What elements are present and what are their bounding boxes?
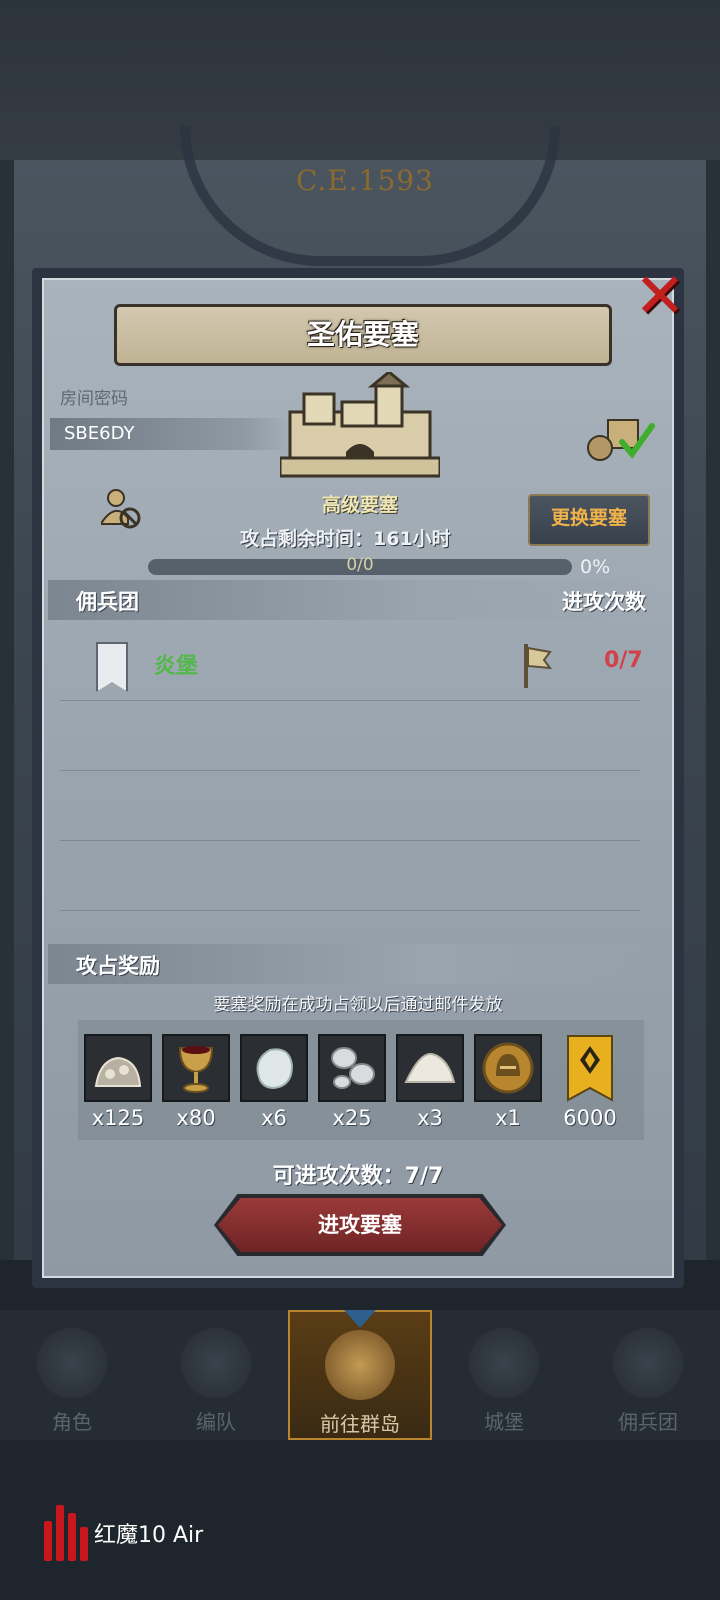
mercenary-name: 炎堡	[154, 654, 199, 679]
reward-qty: x25	[332, 1106, 372, 1130]
room-code-label: 房间密码	[60, 389, 128, 409]
nav-label: 城堡	[484, 1410, 524, 1434]
flag-icon	[524, 644, 552, 688]
user-restricted-icon[interactable]	[98, 486, 142, 530]
mercenary-header-label: 佣兵团	[76, 590, 139, 614]
reward-item[interactable]: x6	[238, 1034, 310, 1130]
mercenary-section-header: 佣兵团 进攻次数	[48, 580, 668, 620]
castle-icon	[280, 372, 440, 478]
reward-qty: x1	[495, 1106, 521, 1130]
dialog-title-plate: 圣佑要塞	[114, 304, 612, 366]
white-gem-icon	[256, 1048, 294, 1090]
attacks-header-label: 进攻次数	[562, 590, 646, 614]
reward-item[interactable]: x25	[316, 1034, 388, 1130]
reward-qty: x80	[176, 1106, 216, 1130]
goblet-icon	[178, 1046, 214, 1093]
dialog-title: 圣佑要塞	[306, 318, 419, 351]
rewards-header-label: 攻占奖励	[76, 954, 160, 978]
mercenary-attacks: 0/7	[604, 648, 643, 673]
remaining-time: 攻占剩余时间：161小时	[240, 528, 451, 550]
device-brand: 红魔10 Air	[44, 1505, 203, 1561]
capture-progress-bar: 0/0	[148, 555, 572, 575]
device-brand-text: 红魔10 Air	[94, 1523, 204, 1548]
available-attacks: 可进攻次数：7/7	[272, 1164, 444, 1189]
guild-banner-icon	[96, 642, 128, 692]
nav-label: 佣兵团	[618, 1410, 678, 1434]
reward-item[interactable]: x125	[82, 1034, 154, 1130]
supplies-check-icon[interactable]	[586, 414, 656, 464]
capture-progress-text: 0/0	[346, 555, 374, 575]
rank-banner-icon	[567, 1035, 613, 1102]
chevron-down-icon	[344, 1310, 376, 1328]
swap-fortress-button[interactable]: 更换要塞	[528, 494, 650, 546]
room-code-bar: SBE6DY	[50, 418, 290, 450]
row-divider	[60, 700, 640, 701]
silver-coins-icon	[331, 1047, 375, 1089]
room-code-value: SBE6DY	[64, 423, 135, 444]
reward-item[interactable]: 6000	[554, 1034, 626, 1130]
reward-item[interactable]: x80	[160, 1034, 232, 1130]
bottom-nav: 角色 编队 前往群岛 城堡 佣兵团	[0, 1310, 720, 1440]
reward-qty: x3	[417, 1106, 443, 1130]
rewards-note: 要塞奖励在成功占领以后通过邮件发放	[213, 995, 503, 1015]
rewards-section-header: 攻占奖励	[48, 944, 668, 984]
capture-progress-percent: 0%	[580, 556, 611, 578]
red-magic-logo-icon	[44, 1505, 88, 1561]
reward-item[interactable]: x1	[472, 1034, 544, 1130]
nav-item-formation[interactable]: 编队	[144, 1310, 288, 1440]
nav-label: 编队	[196, 1410, 236, 1434]
ore-pile-icon	[94, 1056, 142, 1087]
nav-item-character[interactable]: 角色	[0, 1310, 144, 1440]
attack-fortress-label: 进攻要塞	[318, 1213, 402, 1237]
year-label: C.E.1593	[296, 164, 434, 197]
mercenary-nav-icon	[613, 1328, 683, 1398]
nav-item-islands[interactable]: 前往群岛	[288, 1310, 432, 1440]
reward-qty: x125	[91, 1106, 145, 1130]
helmet-medal-icon	[482, 1042, 534, 1094]
castle-name: 高级要塞	[321, 494, 398, 516]
knight-icon	[37, 1328, 107, 1398]
row-divider	[60, 770, 640, 771]
nav-label: 前往群岛	[320, 1412, 400, 1436]
mercenary-row[interactable]: 炎堡 0/7	[48, 636, 648, 696]
close-button[interactable]: ✕	[632, 265, 688, 327]
salt-pile-icon	[404, 1052, 456, 1083]
globe-icon	[325, 1330, 395, 1400]
reward-qty: x6	[261, 1106, 287, 1130]
formation-icon	[181, 1328, 251, 1398]
nav-label: 角色	[52, 1410, 92, 1434]
row-divider	[60, 910, 640, 911]
row-divider	[60, 840, 640, 841]
castle-nav-icon	[469, 1328, 539, 1398]
swap-fortress-label: 更换要塞	[550, 507, 627, 529]
attack-fortress-button[interactable]: 进攻要塞	[218, 1198, 502, 1252]
reward-qty: 6000	[563, 1106, 617, 1130]
reward-item[interactable]: x3	[394, 1034, 466, 1130]
nav-item-castle[interactable]: 城堡	[432, 1310, 576, 1440]
nav-item-mercenary[interactable]: 佣兵团	[576, 1310, 720, 1440]
